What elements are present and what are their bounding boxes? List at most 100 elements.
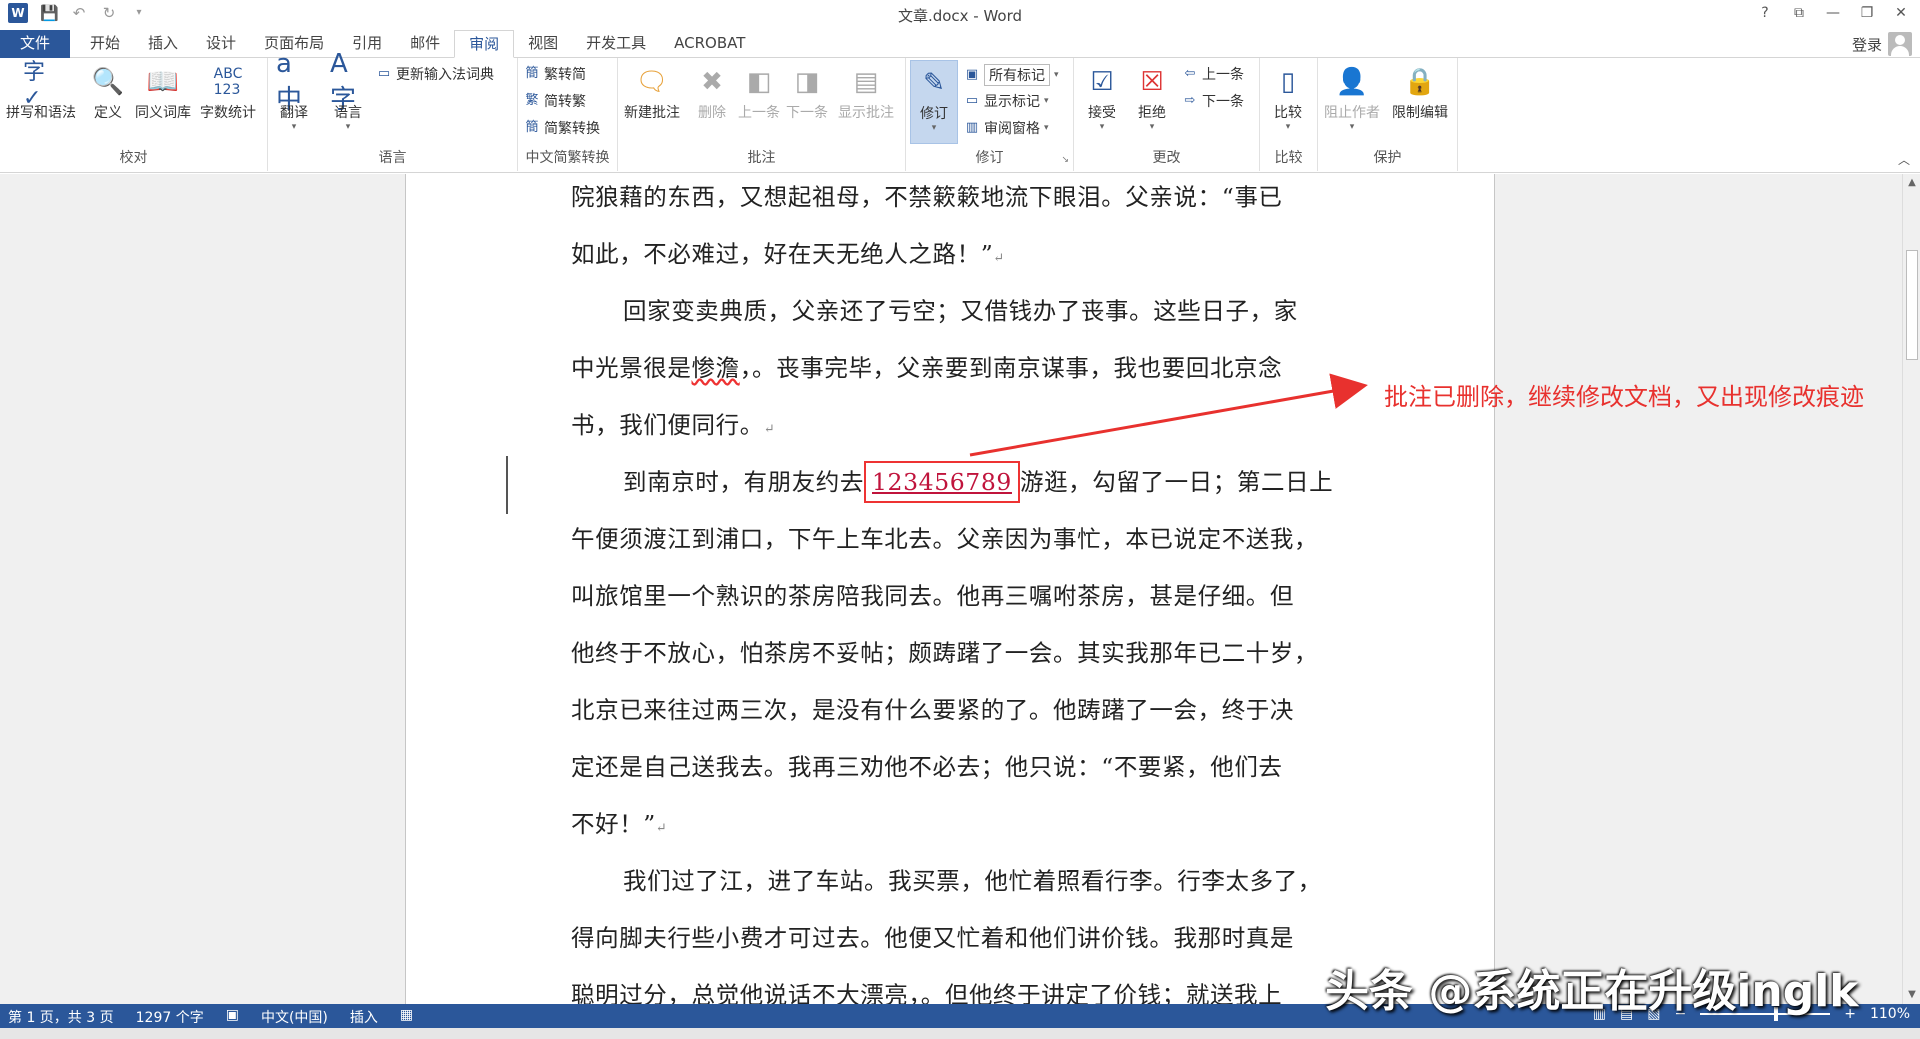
track-changes-button[interactable]: ✎ 修订 ▾ (910, 60, 958, 144)
tab-home[interactable]: 开始 (76, 30, 134, 58)
close-button[interactable]: ✕ (1890, 2, 1912, 24)
scroll-thumb[interactable] (1906, 250, 1918, 360)
vertical-scrollbar[interactable]: ▲ ▼ (1902, 174, 1920, 1004)
reject-button[interactable]: ☒ 拒绝 ▾ (1134, 62, 1170, 132)
prev-change-button[interactable]: ⇦ 上一条 (1182, 64, 1244, 84)
text-line: 如此，不必难过，好在天无绝人之路！”↵ (571, 240, 1005, 268)
annotation-text: 批注已删除，继续修改文档，又出现修改痕迹 (1384, 383, 1864, 411)
text-line: 到南京时，有朋友约去 123456789 游逛，勾留了一日；第二日上 (571, 461, 1341, 503)
translate-icon: a中 (276, 48, 303, 115)
next-change-button[interactable]: ⇨ 下一条 (1182, 91, 1244, 111)
text-line: 不好！”↵ (571, 810, 668, 838)
dialog-launcher-icon[interactable]: ↘ (1061, 155, 1069, 165)
text-line: 院狼藉的东西，又想起祖母，不禁簌簌地流下眼泪。父亲说：“事已 (571, 183, 1283, 211)
accept-icon: ☑ (1090, 67, 1114, 97)
group-protect: 👤 阻止作者 ▾ 🔒 限制编辑 保护 (1318, 58, 1458, 171)
revision-change-bar (506, 456, 508, 514)
document-page[interactable]: 院狼藉的东西，又想起祖母，不禁簌簌地流下眼泪。父亲说：“事已 如此，不必难过，好… (405, 174, 1495, 1004)
ribbon-display-button[interactable]: ⧉ (1788, 2, 1810, 24)
compare-button[interactable]: ▯ 比较 ▾ (1270, 62, 1306, 132)
spelling-grammar-button[interactable]: 字✓ 拼写和语法 (6, 60, 76, 122)
translate-button[interactable]: a中 翻译 ▾ (276, 48, 312, 133)
text-line: 北京已来往过两三次，是没有什么要紧的了。他踌躇了一会，终于决 (571, 696, 1294, 724)
collapse-ribbon-icon[interactable]: ︿ (1898, 151, 1910, 168)
block-authors-button[interactable]: 👤 阻止作者 ▾ (1324, 62, 1380, 132)
group-changes: ☑ 接受 ▾ ☒ 拒绝 ▾ ⇦ 上一条 ⇨ 下一条 更改 (1074, 58, 1260, 171)
lock-icon: 🔒 (1403, 67, 1437, 97)
scroll-down-icon[interactable]: ▼ (1903, 986, 1920, 1004)
prev-change-icon: ⇦ (1184, 66, 1196, 81)
language-status[interactable]: 中文(中国) (261, 1007, 328, 1027)
group-label-compare: 比较 (1274, 150, 1303, 166)
window-controls: ? ⧉ — ❐ ✕ (1754, 2, 1912, 24)
delete-comment-icon: ✖ (701, 67, 723, 97)
prev-comment-icon: ◧ (746, 67, 772, 97)
chevron-down-icon: ▾ (1054, 70, 1059, 80)
tab-acrobat[interactable]: ACROBAT (660, 30, 759, 58)
thesaurus-button[interactable]: 📖 同义词库 (135, 62, 191, 122)
account-area[interactable]: 登录 (1852, 32, 1912, 56)
minimize-button[interactable]: — (1822, 2, 1844, 24)
chevron-down-icon: ▾ (931, 123, 937, 133)
tab-view[interactable]: 视图 (514, 30, 572, 58)
word-count-icon: ABC 123 (213, 66, 243, 98)
text-line: 得向脚夫行些小费才可过去。他便又忙着和他们讲价钱。我那时真是 (571, 924, 1294, 952)
convert-button[interactable]: 簡 简繁转换 (524, 118, 600, 138)
define-icon: 🔍 (91, 67, 125, 97)
markup-select-dropdown[interactable]: ▣ 所有标记 ▾ (964, 64, 1059, 86)
show-comments-button[interactable]: ▤ 显示批注 (838, 62, 894, 122)
markup-icon: ▣ (965, 67, 979, 82)
update-ime-dictionary-button[interactable]: ▭ 更新输入法词典 (376, 64, 494, 84)
restrict-editing-button[interactable]: 🔒 限制编辑 (1392, 62, 1448, 122)
zoom-level[interactable]: 110% (1870, 1006, 1910, 1022)
proofing-status-icon[interactable]: ▣ (226, 1007, 239, 1027)
spelling-error[interactable]: 惨澹 (692, 354, 740, 382)
tab-mailings[interactable]: 邮件 (396, 30, 454, 58)
avatar[interactable] (1888, 32, 1912, 56)
scroll-up-icon[interactable]: ▲ (1903, 174, 1920, 192)
macro-icon[interactable]: ▦ (400, 1007, 413, 1027)
page-indicator[interactable]: 第 1 页，共 3 页 (8, 1007, 114, 1027)
review-pane-button[interactable]: ▥ 审阅窗格 ▾ (964, 118, 1049, 138)
word-count[interactable]: 1297 个字 (136, 1007, 204, 1027)
text-line: 书，我们便同行。↵ (571, 411, 776, 439)
watermark: 头条 @系统正在升级inglk (1325, 966, 1859, 1017)
tab-design[interactable]: 设计 (192, 30, 250, 58)
new-comment-icon: 🗨 (635, 67, 669, 97)
group-proofing: 字✓ 拼写和语法 🔍 定义 📖 同义词库 ABC 123 字数统计 校对 (0, 58, 268, 171)
tracked-insertion[interactable]: 123456789 (864, 461, 1020, 503)
restore-button[interactable]: ❐ (1856, 2, 1878, 24)
text-line: 回家变卖典质，父亲还了亏空；又借钱办了丧事。这些日子，家 (623, 297, 1298, 325)
show-markup-button[interactable]: ▭ 显示标记 ▾ (964, 91, 1049, 111)
track-changes-icon: ✎ (923, 68, 945, 98)
help-button[interactable]: ? (1754, 2, 1776, 24)
chevron-down-icon: ▾ (1285, 122, 1291, 132)
define-button[interactable]: 🔍 定义 (90, 62, 126, 122)
login-link[interactable]: 登录 (1852, 34, 1882, 55)
text-line: 定还是自己送我去。我再三劝他不必去；他只说：“不要紧，他们去 (571, 753, 1283, 781)
accept-button[interactable]: ☑ 接受 ▾ (1084, 62, 1120, 132)
group-comments: 🗨 新建批注 ✖ 删除 ◧ 上一条 ◨ 下一条 ▤ 显示批注 批注 (618, 58, 906, 171)
t2s-button[interactable]: 簡 繁转简 (524, 64, 586, 84)
group-label-language: 语言 (378, 150, 407, 166)
language-button[interactable]: A字 语言 ▾ (330, 48, 366, 133)
word-count-button[interactable]: ABC 123 字数统计 (200, 62, 256, 122)
tab-developer[interactable]: 开发工具 (572, 30, 660, 58)
show-comments-icon: ▤ (853, 67, 879, 97)
next-comment-button[interactable]: ◨ 下一条 (786, 62, 828, 122)
group-label-proofing: 校对 (119, 150, 148, 166)
tab-review[interactable]: 审阅 (454, 30, 515, 58)
text-line: 午便须渡江到浦口，下午上车北去。父亲因为事忙，本已说定不送我， (571, 525, 1319, 553)
insert-mode[interactable]: 插入 (350, 1007, 378, 1027)
group-compare: ▯ 比较 ▾ 比较 (1260, 58, 1318, 171)
text-line: 叫旅馆里一个熟识的茶房陪我同去。他再三嘱咐茶房，甚是仔细。但 (571, 582, 1294, 610)
delete-comment-button[interactable]: ✖ 删除 (694, 62, 730, 122)
new-comment-button[interactable]: 🗨 新建批注 (624, 62, 680, 122)
text-line: 聪明过分，总觉他说话不大漂亮，。但他终于讲定了价钱；就送我上 (571, 981, 1283, 1004)
tab-insert[interactable]: 插入 (134, 30, 192, 58)
prev-comment-button[interactable]: ◧ 上一条 (738, 62, 780, 122)
s2t-button[interactable]: 繁 简转繁 (524, 91, 586, 111)
group-tracking: ✎ 修订 ▾ ▣ 所有标记 ▾ ▭ 显示标记 ▾ ▥ 审阅窗格 ▾ 修订 ↘ (906, 58, 1074, 171)
group-label-comments: 批注 (747, 150, 776, 166)
language-icon: A字 (330, 48, 357, 115)
